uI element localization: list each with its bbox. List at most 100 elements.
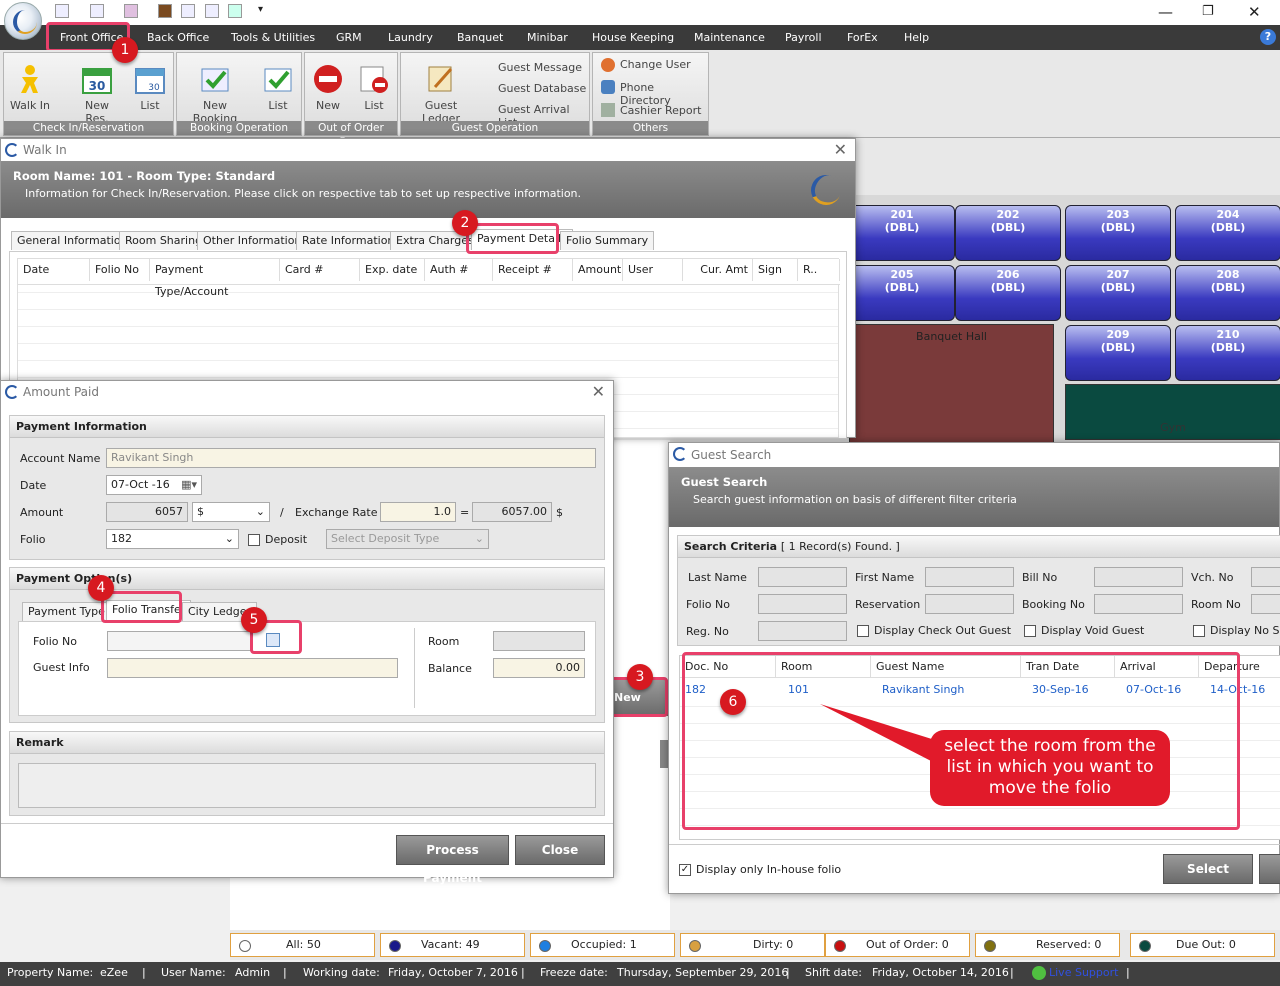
- room-no-field[interactable]: [1251, 594, 1280, 614]
- deposit-type-select[interactable]: Select Deposit Type ⌄: [326, 529, 489, 549]
- exchange-rate-field[interactable]: 1.0: [380, 502, 456, 522]
- legend-item[interactable]: Due Out: 0: [1130, 933, 1275, 957]
- menu-tools-utilities[interactable]: Tools & Utilities: [231, 25, 315, 50]
- customize-arrow-icon[interactable]: ▾: [258, 4, 263, 15]
- vch-no-field[interactable]: [1251, 567, 1280, 587]
- cancel-button[interactable]: [1259, 854, 1280, 884]
- menu-grm[interactable]: GRM: [336, 25, 362, 50]
- room-tile[interactable]: 206 (DBL): [955, 265, 1061, 321]
- column-header[interactable]: Receipt #: [493, 259, 573, 281]
- close-icon[interactable]: ✕: [1248, 3, 1261, 21]
- bill-no-field[interactable]: [1094, 567, 1183, 587]
- banquet-hall-tile[interactable]: Banquet Hall: [849, 324, 1054, 445]
- restore-icon[interactable]: ❐: [1202, 4, 1214, 19]
- new-res-button[interactable]: 30 New Res.: [72, 63, 122, 125]
- first-name-field[interactable]: [925, 567, 1014, 587]
- column-header[interactable]: Cur. Amt: [683, 259, 753, 281]
- tab-other-information[interactable]: Other Information: [197, 231, 308, 250]
- eraser-icon[interactable]: [124, 4, 138, 18]
- folio-no-field[interactable]: [107, 631, 253, 651]
- help-icon[interactable]: ?: [1260, 29, 1276, 45]
- walk-in-button[interactable]: Walk In: [5, 63, 55, 112]
- legend-item[interactable]: Out of Order: 0: [825, 933, 970, 957]
- remark-textarea[interactable]: [18, 763, 596, 808]
- book-icon[interactable]: [158, 4, 172, 18]
- gym-tile[interactable]: Gym: [1065, 384, 1280, 440]
- room-tile[interactable]: 208 (DBL): [1175, 265, 1280, 321]
- reservation-list-button[interactable]: 30 List: [125, 63, 175, 112]
- reservation-field[interactable]: [925, 594, 1014, 614]
- amount-field[interactable]: 6057: [106, 502, 188, 522]
- close-icon[interactable]: ✕: [592, 381, 605, 403]
- guest-ledger-button[interactable]: Guest Ledger: [405, 63, 477, 125]
- legend-item[interactable]: Reserved: 0: [975, 933, 1120, 957]
- room-tile[interactable]: 207 (DBL): [1065, 265, 1171, 321]
- app-logo-icon[interactable]: [4, 2, 42, 40]
- room-tile[interactable]: 201 (DBL): [849, 205, 955, 261]
- menu-minibar[interactable]: Minibar: [527, 25, 568, 50]
- legend-item[interactable]: All: 50: [230, 933, 375, 957]
- tab-general-information[interactable]: General Information: [11, 231, 134, 250]
- ooo-list-button[interactable]: List: [349, 63, 399, 112]
- column-header[interactable]: Payment Type/Account: [150, 259, 280, 298]
- room-tile[interactable]: 209 (DBL): [1065, 325, 1171, 381]
- column-header[interactable]: Amount: [573, 259, 623, 281]
- ooo-new-button[interactable]: New: [303, 63, 353, 112]
- chart-icon[interactable]: [90, 4, 104, 18]
- guest-message-button[interactable]: Guest Message: [498, 61, 582, 74]
- menu-laundry[interactable]: Laundry: [388, 25, 433, 50]
- column-header[interactable]: Date: [18, 259, 90, 281]
- column-header[interactable]: Sign: [753, 259, 798, 281]
- folio-no-search-field[interactable]: [758, 594, 847, 614]
- legend-item[interactable]: Dirty: 0: [680, 933, 825, 957]
- live-support-link[interactable]: Live Support: [1049, 962, 1118, 984]
- process-payment-button[interactable]: Process Payment: [396, 835, 509, 885]
- tab-payment-type[interactable]: Payment Type: [22, 602, 111, 621]
- column-header[interactable]: Folio No: [90, 259, 150, 281]
- room-tile[interactable]: 205 (DBL): [849, 265, 955, 321]
- deposit-checkbox[interactable]: Deposit: [248, 533, 307, 546]
- close-button[interactable]: Close: [515, 835, 605, 865]
- display-checkout-checkbox[interactable]: Display Check Out Guest: [857, 624, 1011, 637]
- guest-database-button[interactable]: Guest Database: [498, 82, 586, 95]
- display-void-checkbox[interactable]: Display Void Guest: [1024, 624, 1144, 637]
- cashier-report-button[interactable]: Cashier Report: [620, 104, 701, 117]
- room-tile[interactable]: 210 (DBL): [1175, 325, 1280, 381]
- change-user-button[interactable]: Change User: [620, 58, 691, 71]
- last-name-field[interactable]: [758, 567, 847, 587]
- menu-house-keeping[interactable]: House Keeping: [592, 25, 674, 50]
- currency-select[interactable]: $ ⌄: [192, 502, 270, 522]
- tab-folio-summary[interactable]: Folio Summary: [560, 231, 655, 250]
- room-tile[interactable]: 202 (DBL): [955, 205, 1061, 261]
- menu-back-office[interactable]: Back Office: [147, 25, 209, 50]
- account-name-field[interactable]: Ravikant Singh: [106, 448, 596, 468]
- mail-icon[interactable]: [228, 4, 242, 18]
- database-icon[interactable]: [55, 4, 69, 18]
- reg-no-field[interactable]: [758, 621, 847, 641]
- date-field[interactable]: 07-Oct -16 ▦▾: [106, 475, 202, 495]
- live-support-icon[interactable]: [1032, 966, 1046, 980]
- booking-no-field[interactable]: [1094, 594, 1183, 614]
- display-noshow-checkbox[interactable]: Display No Sho: [1193, 624, 1280, 637]
- select-button[interactable]: Select: [1163, 854, 1253, 884]
- minimize-icon[interactable]: —: [1158, 3, 1173, 21]
- column-header[interactable]: Exp. date: [360, 259, 425, 281]
- column-header[interactable]: Card #: [280, 259, 360, 281]
- menu-banquet[interactable]: Banquet: [457, 25, 503, 50]
- menu-forex[interactable]: ForEx: [847, 25, 878, 50]
- menu-help[interactable]: Help: [904, 25, 929, 50]
- column-header[interactable]: Auth #: [425, 259, 493, 281]
- report-icon[interactable]: [205, 4, 219, 18]
- room-tile[interactable]: 204 (DBL): [1175, 205, 1280, 261]
- menu-payroll[interactable]: Payroll: [785, 25, 822, 50]
- inhouse-checkbox[interactable]: ✓ Display only In-house folio: [679, 863, 841, 876]
- folio-select[interactable]: 182 ⌄: [106, 529, 239, 549]
- menu-maintenance[interactable]: Maintenance: [694, 25, 765, 50]
- close-icon[interactable]: ✕: [834, 139, 847, 161]
- legend-item[interactable]: Occupied: 1: [530, 933, 675, 957]
- legend-item[interactable]: Vacant: 49: [380, 933, 525, 957]
- column-header[interactable]: User: [623, 259, 683, 281]
- tab-room-sharing[interactable]: Room Sharing: [119, 231, 209, 250]
- tab-rate-information[interactable]: Rate Information: [296, 231, 401, 250]
- booking-list-button[interactable]: List: [253, 63, 303, 112]
